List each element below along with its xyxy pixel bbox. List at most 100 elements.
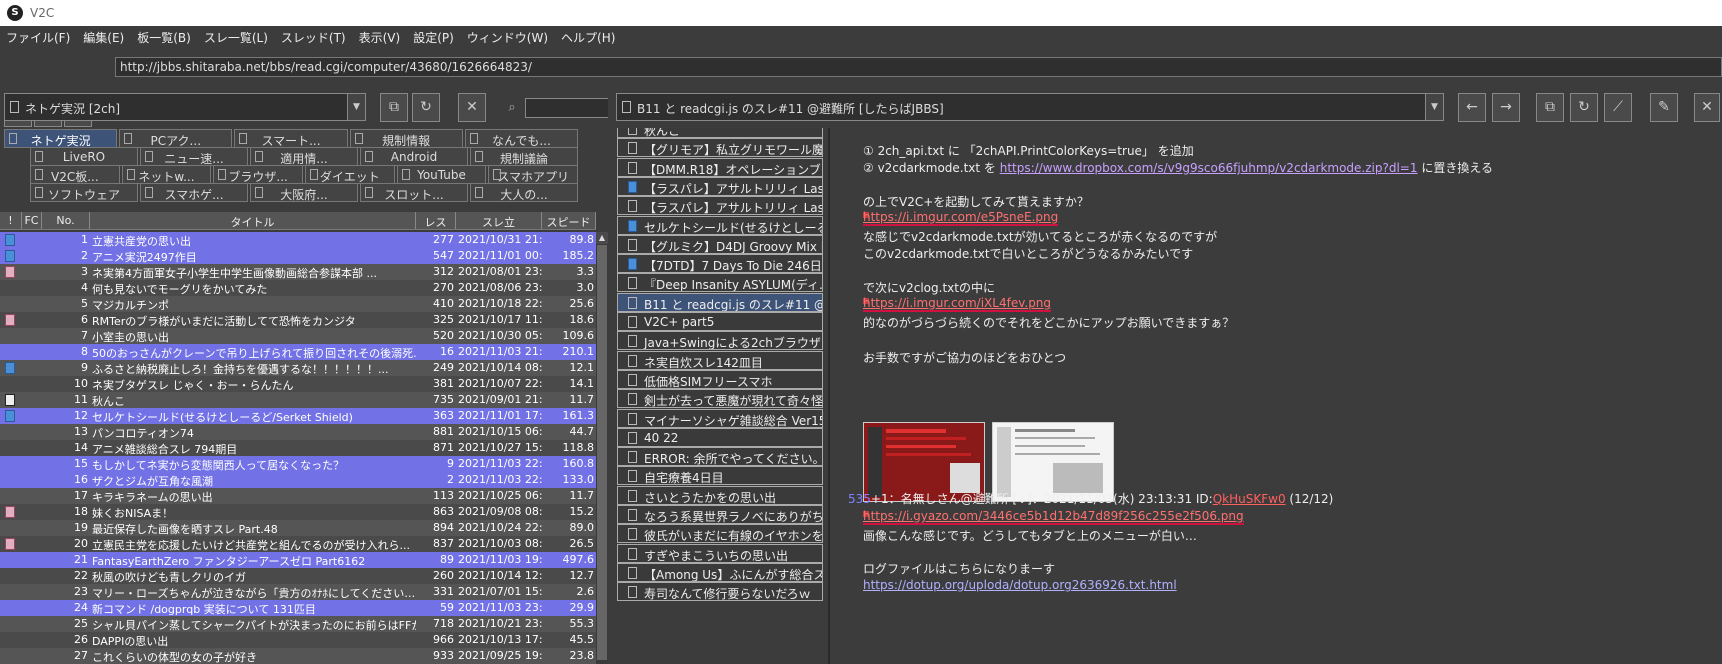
board-tab[interactable]: Android	[360, 147, 468, 166]
table-row[interactable]: 4 何も見ないでモーグリをかいてみた 270 2021/08/06 23:16 3.0	[0, 280, 596, 296]
thread-tab[interactable]: 【グリモア】私立グリモワール魔法学...	[617, 138, 823, 158]
thread-tab[interactable]: 『Deep Insanity ASYLUM(ディ...	[617, 273, 823, 293]
table-row[interactable]: 21 FantasyEarthZero ファンタジーアースゼロ Part6162 8…	[0, 552, 596, 568]
table-row[interactable]: 11 秋んこ 735 2021/09/01 21:23 11.7	[0, 392, 596, 408]
menu-item[interactable]: ヘルプ(H)	[555, 26, 622, 48]
thread-tab[interactable]: V2C+ part5	[617, 312, 823, 331]
thread-tab[interactable]: 40 22	[617, 427, 823, 447]
close-icon[interactable]: ✕	[458, 93, 486, 122]
menu-item[interactable]: スレッド(T)	[275, 26, 353, 48]
thread-tab[interactable]: セルケトシールド(せるけとしーるど/S...	[617, 215, 823, 235]
chevron-down-icon[interactable]: ▼	[1425, 94, 1443, 120]
back-arrow-icon[interactable]: ←	[1458, 93, 1486, 122]
menu-item[interactable]: 板一覧(B)	[131, 26, 198, 48]
thread-tab[interactable]: ERROR: 余所でやってください。[o...	[617, 447, 823, 467]
board-tab[interactable]: ソフトウェア	[30, 183, 138, 202]
board-tab[interactable]: LiveRO	[30, 147, 138, 166]
thread-tab[interactable]: 自宅療養4日目	[617, 466, 823, 486]
scroll-up-icon[interactable]: ▲	[596, 232, 608, 244]
dotup-link[interactable]: https://dotup.org/uploda/dotup.org263692…	[863, 578, 1177, 592]
board-copy-icon[interactable]: ⧉	[380, 93, 408, 122]
table-row[interactable]: 10 ネ実ブタゲスレ じゃく・おー・らんたん 381 2021/10/07 22:40…	[0, 376, 596, 392]
chart-icon[interactable]: ⟋	[1604, 93, 1632, 122]
board-tab[interactable]: ブラウザ...	[213, 165, 303, 184]
thread-tab[interactable]: 【ラスパレ】アサルトリリィ Last Bull...	[617, 176, 823, 196]
thread-tab[interactable]: 【7DTD】7 Days To Die 246日...	[617, 254, 823, 274]
column-header[interactable]: No.	[42, 212, 90, 229]
column-header[interactable]: !	[0, 212, 22, 229]
table-row[interactable]: 2 アニメ実況2497作目 547 2021/11/01 00:27 185.2	[0, 248, 596, 264]
res-number[interactable]: 535	[848, 492, 871, 506]
board-tab[interactable]: スマート...	[234, 129, 348, 148]
scroll-thumb[interactable]	[597, 245, 607, 660]
thread-close-icon[interactable]: ✕	[1694, 93, 1720, 122]
thread-tab[interactable]: なろう系異世界ラノベにありがちなこと	[617, 505, 823, 524]
board-tab[interactable]: なんでも...	[464, 129, 578, 148]
table-row[interactable]: 18 妹くおNISAま！ 863 2021/09/08 08:58 15.2	[0, 504, 596, 520]
board-tab[interactable]: 適用情...	[250, 147, 358, 166]
thread-tab[interactable]: 【ラスパレ】アサルトリリィ Last Bull...	[617, 196, 823, 216]
table-row[interactable]: 5 マジカルチンポ 410 2021/10/18 22:34 25.6	[0, 296, 596, 312]
board-tab[interactable]: スマホゲ...	[140, 183, 248, 202]
thread-tab[interactable]: 低価格SIMフリースマホ	[617, 369, 823, 389]
imgur-link[interactable]: https://i.imgur.com/e5PsneE.png	[863, 210, 1059, 226]
board-tab[interactable]: ダイエット	[305, 165, 395, 184]
table-row[interactable]: 12 セルケトシールド(せるけとしーるど/Serket Shield) 363 202…	[0, 408, 596, 424]
thread-tab[interactable]: さいとうたかをの思い出	[617, 485, 823, 505]
column-header[interactable]: レス	[416, 212, 456, 229]
board-combo[interactable]: ネトゲ実況 [2ch] ▼	[4, 93, 366, 121]
menu-item[interactable]: 編集(E)	[77, 26, 131, 48]
thread-copy-icon[interactable]: ⧉	[1536, 93, 1564, 122]
board-tab[interactable]: PCアク...	[119, 129, 233, 148]
board-tab[interactable]: スロット...	[360, 183, 468, 202]
thread-tab[interactable]: 彼氏がいまだに有線のイヤホンを使...	[617, 524, 823, 544]
board-tab[interactable]: V2C板...	[30, 165, 120, 184]
thread-tab[interactable]: ネ実自炊スレ142皿目	[617, 350, 823, 370]
table-row[interactable]: 27 これくらいの体型の女の子が好き 933 2021/09/25 19:27 23.8	[0, 648, 596, 664]
thread-reload-icon[interactable]: ↻	[1570, 93, 1598, 122]
thread-tab[interactable]: 【Among Us】ふにんがす総合スレ...	[617, 562, 823, 582]
url-field[interactable]: http://jbbs.shitaraba.net/bbs/read.cgi/c…	[115, 57, 1722, 77]
menu-item[interactable]: 設定(P)	[407, 26, 461, 48]
column-header[interactable]: スレ立	[456, 212, 542, 229]
table-row[interactable]: 19 最近保存した画像を晒すスレ Part.48 894 2021/10/24 22:…	[0, 520, 596, 536]
table-row[interactable]: 8 50のおっさんがクレーンで吊り上げられて振り回されその後溺死... 16 2021…	[0, 344, 596, 360]
menu-item[interactable]: ウィンドウ(W)	[461, 26, 555, 48]
poster-id[interactable]: QkHuSKFw0	[1213, 492, 1286, 506]
dropbox-link[interactable]: https://www.dropbox.com/s/v9g9sco66fjuhm…	[1000, 161, 1418, 175]
thread-tab[interactable]: 秋んこ	[617, 128, 823, 138]
pen-icon[interactable]: ✎	[1650, 93, 1678, 122]
table-row[interactable]: 16 ザクとジムが互角な風潮 2 2021/11/03 22:59 133.0	[0, 472, 596, 488]
gyazo-link[interactable]: https://i.gyazo.com/3446ce5b1d12b47d89f2…	[863, 509, 1244, 525]
table-row[interactable]: 20 立憲民主党を応援したいけど共産党と組んでるのが受け入れら... 837 2021…	[0, 536, 596, 552]
table-row[interactable]: 14 アニメ雑談総合スレ 794期目 871 2021/10/27 15:22 118.…	[0, 440, 596, 456]
table-row[interactable]: 26 DAPPIの思い出 966 2021/10/13 17:56 45.5	[0, 632, 596, 648]
board-tab[interactable]: YouTube	[396, 165, 487, 184]
thread-tab[interactable]: B11 と readcgi.js のスレ#11 @...	[617, 292, 823, 312]
board-tab[interactable]: ネトゲ実況	[4, 129, 118, 148]
board-tab[interactable]: 規制議論	[470, 147, 578, 166]
thread-list-scrollbar[interactable]: ▲	[596, 232, 608, 664]
table-row[interactable]: 3 ネ実第4方面軍女子小学生中学生画像動画総合参謀本部 ... 312 2021/08…	[0, 264, 596, 280]
thread-combo[interactable]: B11 と readcgi.js のスレ#11 @避難所 [したらばJBBS] …	[616, 93, 1444, 121]
board-tab[interactable]: 大人の...	[470, 183, 578, 202]
thread-tab[interactable]: すぎやまこういちの思い出	[617, 543, 823, 563]
thread-tab[interactable]: Java+Swingによる2chブラウザ V...	[617, 331, 823, 351]
table-row[interactable]: 9 ふるさと納税廃止しろ！金持ちを優遇するな！！！！！！... 249 2021/10…	[0, 360, 596, 376]
thread-tab[interactable]: マイナーソシャゲ雑談総合 Ver15....	[617, 408, 823, 428]
table-row[interactable]: 7 小室圭の思い出 520 2021/10/30 05:31 109.6	[0, 328, 596, 344]
forward-arrow-icon[interactable]: →	[1492, 93, 1520, 122]
table-row[interactable]: 25 シャル貝パイン蒸してシャークパイトが決まったのにお前らはFFか 718 2021…	[0, 616, 596, 632]
table-row[interactable]: 23 マリー・ローズちゃんが泣きながら「貴方のｵﾅﾎにしてください…う... 331…	[0, 584, 596, 600]
table-row[interactable]: 1 立憲共産党の思い出 277 2021/10/31 21:18 89.8	[0, 232, 596, 248]
board-tab[interactable]: 大阪府...	[250, 183, 358, 202]
table-row[interactable]: 17 キラキラネームの思い出 113 2021/10/25 06:49 11.7	[0, 488, 596, 504]
reload-icon[interactable]: ↻	[412, 93, 440, 122]
chevron-down-icon[interactable]: ▼	[347, 94, 365, 120]
thread-tab[interactable]: 寿司なんて修行要らないだろｗ	[617, 582, 823, 602]
table-row[interactable]: 6 RMTerのブラ様がいまだに活動してて恐怖をカンジタ 325 2021/10/17…	[0, 312, 596, 328]
column-header[interactable]: FC	[22, 212, 42, 229]
board-tab[interactable]: ネットw...	[121, 165, 212, 184]
thread-tab[interactable]: 【グルミク】D4DJ Groovy Mix Pa...	[617, 234, 823, 254]
table-row[interactable]: 13 パンコロティオン74 881 2021/10/15 06:46 44.7	[0, 424, 596, 440]
